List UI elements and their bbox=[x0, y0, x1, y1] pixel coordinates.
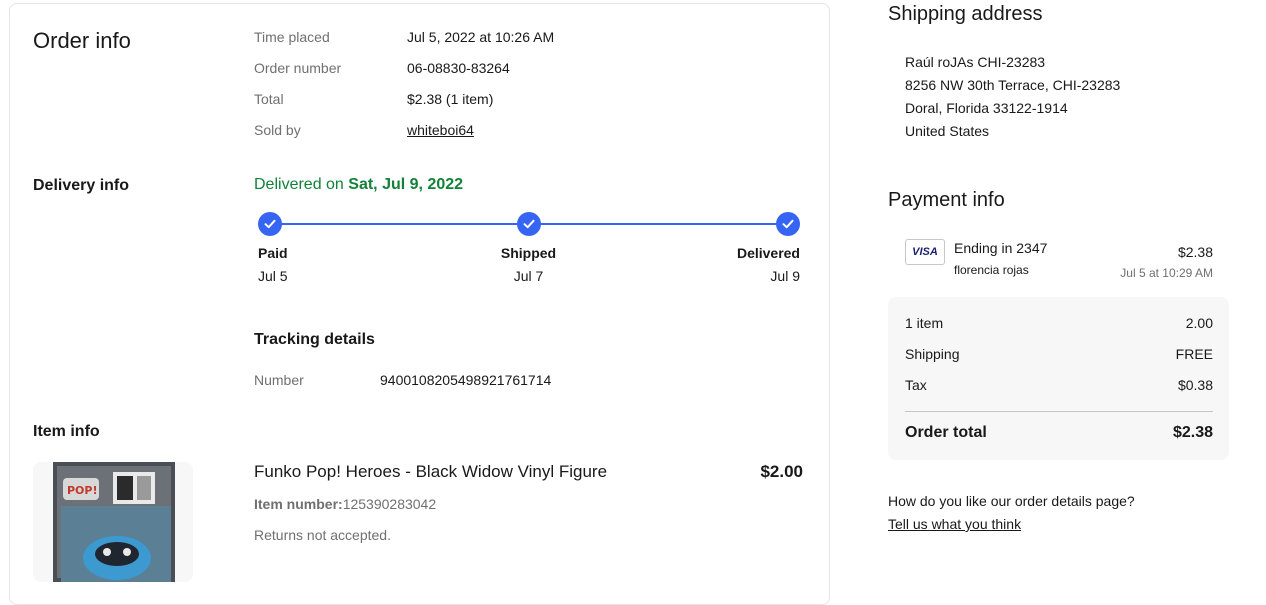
step-paid-label: Paid bbox=[258, 245, 288, 261]
sold-by-label: Sold by bbox=[254, 122, 301, 138]
summary-items-value: 2.00 bbox=[1185, 315, 1213, 331]
summary-items-label: 1 item bbox=[905, 315, 944, 331]
item-price: $2.00 bbox=[760, 462, 803, 481]
address-line-city: Doral, Florida 33122-1914 bbox=[905, 100, 1068, 116]
item-number-label: Item number: bbox=[254, 496, 343, 512]
order-number-label: Order number bbox=[254, 60, 342, 76]
svg-text:POP!: POP! bbox=[67, 484, 98, 497]
summary-shipping-label: Shipping bbox=[905, 346, 960, 362]
order-info-heading: Order info bbox=[33, 28, 131, 53]
item-number: Item number:125390283042 bbox=[254, 496, 436, 512]
delivery-status-date: Sat, Jul 9, 2022 bbox=[348, 176, 464, 193]
step-shipped-date: Jul 7 bbox=[513, 268, 544, 284]
summary-tax-value: $0.38 bbox=[1177, 377, 1213, 393]
address-line-country: United States bbox=[905, 123, 990, 139]
shipped-check-icon bbox=[517, 212, 541, 236]
funko-box-image: POP! bbox=[53, 462, 175, 582]
seller-link[interactable]: whiteboi64 bbox=[407, 122, 474, 138]
time-placed-value: Jul 5, 2022 at 10:26 AM bbox=[407, 29, 555, 45]
delivered-check-icon bbox=[776, 212, 800, 236]
shipping-address-heading: Shipping address bbox=[888, 3, 1043, 25]
item-number-value: 125390283042 bbox=[342, 496, 437, 512]
tracking-number-value: 9400108205498921761714 bbox=[380, 372, 552, 388]
paid-check-icon bbox=[258, 212, 282, 236]
tracking-number-label: Number bbox=[254, 372, 304, 388]
delivery-status-prefix: Delivered on bbox=[254, 176, 344, 193]
delivery-info-heading: Delivery info bbox=[33, 177, 130, 194]
visa-card-icon: VISA bbox=[905, 239, 945, 265]
returns-policy: Returns not accepted. bbox=[254, 527, 391, 543]
feedback-link[interactable]: Tell us what you think bbox=[888, 516, 1021, 532]
tracking-details-heading: Tracking details bbox=[254, 331, 375, 348]
order-number-value: 06-08830-83264 bbox=[407, 60, 510, 76]
card-ending: Ending in 2347 bbox=[954, 240, 1048, 256]
payment-time: Jul 5 at 10:29 AM bbox=[1120, 266, 1213, 280]
address-line-street: 8256 NW 30th Terrace, CHI-23283 bbox=[905, 77, 1121, 93]
step-paid-date: Jul 5 bbox=[258, 268, 288, 284]
order-total-value: $2.38 bbox=[1172, 424, 1213, 441]
delivery-status: Delivered on Sat, Jul 9, 2022 bbox=[254, 176, 463, 194]
feedback-question: How do you like our order details page? bbox=[888, 493, 1135, 509]
summary-shipping-value: FREE bbox=[1175, 346, 1213, 362]
step-shipped-label: Shipped bbox=[500, 245, 557, 261]
item-title-link[interactable]: Funko Pop! Heroes - Black Widow Vinyl Fi… bbox=[254, 462, 607, 482]
total-label: Total bbox=[254, 91, 284, 107]
time-placed-label: Time placed bbox=[254, 29, 330, 45]
item-info-heading: Item info bbox=[33, 423, 100, 440]
item-thumbnail[interactable]: POP! bbox=[33, 462, 193, 582]
step-delivered-date: Jul 9 bbox=[770, 268, 800, 284]
summary-tax-label: Tax bbox=[905, 377, 927, 393]
summary-divider bbox=[905, 411, 1213, 412]
payment-info-heading: Payment info bbox=[888, 189, 1005, 211]
order-total-label: Order total bbox=[905, 424, 987, 441]
payment-amount: $2.38 bbox=[1177, 244, 1213, 260]
step-delivered-label: Delivered bbox=[736, 245, 800, 261]
address-line-name: Raúl roJAs CHI-23283 bbox=[905, 54, 1046, 70]
total-value: $2.38 (1 item) bbox=[407, 91, 494, 107]
card-holder: florencia rojas bbox=[954, 263, 1029, 277]
